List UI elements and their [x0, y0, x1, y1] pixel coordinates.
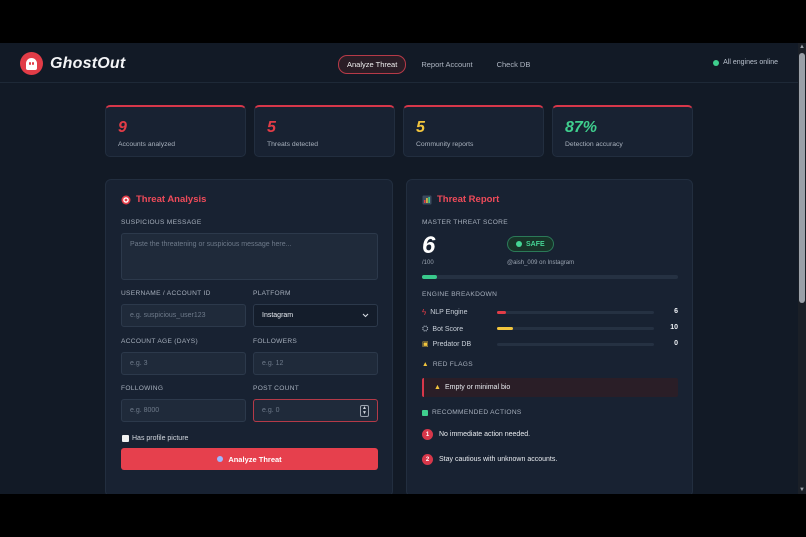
score-label: MASTER THREAT SCORE: [422, 219, 508, 226]
lock-icon: ▣: [422, 341, 429, 348]
red-flag-item: ▲ Empty or minimal bio: [422, 378, 678, 397]
stat-label: Detection accuracy: [565, 141, 623, 148]
safe-status-badge: SAFE: [507, 236, 554, 252]
post-count-label: POST COUNT: [253, 385, 300, 392]
safe-dot-icon: [516, 241, 522, 247]
stat-value: 5: [267, 119, 276, 136]
engine-level-bar: [497, 327, 513, 330]
recommended-actions-label: RECOMMENDED ACTIONS: [422, 409, 522, 416]
following-label: FOLLOWING: [121, 385, 164, 392]
window-frame-bottom: [0, 494, 806, 537]
message-label: SUSPICIOUS MESSAGE: [121, 219, 202, 226]
red-flags-label: ▲ RED FLAGS: [422, 361, 473, 368]
number-stepper-icon[interactable]: ▲ ▼: [360, 404, 369, 417]
analyze-icon: [217, 456, 224, 462]
analyze-threat-button[interactable]: Analyze Threat: [121, 448, 378, 470]
window-frame-top: [0, 0, 806, 43]
engine-value: 10: [670, 324, 678, 331]
username-input[interactable]: e.g. suspicious_user123: [121, 304, 246, 327]
bar-chart-icon: [422, 195, 432, 204]
post-count-placeholder: e.g. 0: [262, 407, 280, 414]
threat-analysis-panel: Threat Analysis SUSPICIOUS MESSAGE Paste…: [105, 179, 393, 494]
status-text: All engines online: [723, 59, 778, 66]
top-header: GhostOut Analyze Threat Report Account C…: [0, 43, 798, 83]
stat-card-reports: 5 Community reports: [403, 105, 544, 157]
engine-row-predator: ▣ Predator DB 0: [422, 340, 678, 348]
username-label: USERNAME / ACCOUNT ID: [121, 290, 211, 297]
warning-icon: ▲: [422, 361, 429, 368]
stat-label: Threats detected: [267, 141, 319, 148]
followers-label: FOLLOWERS: [253, 338, 298, 345]
account-handle: @aish_009 on Instagram: [507, 260, 575, 266]
main-nav: Analyze Threat Report Account Check DB: [338, 55, 539, 74]
suspicious-message-input[interactable]: Paste the threatening or suspicious mess…: [121, 233, 378, 280]
platform-selected-value: Instagram: [262, 312, 294, 319]
engine-row-bot: ⛭ Bot Score 10: [422, 324, 678, 333]
stat-value: 5: [416, 119, 425, 136]
engine-breakdown-label: ENGINE BREAKDOWN: [422, 291, 498, 298]
app-window: GhostOut Analyze Threat Report Account C…: [0, 43, 798, 494]
score-max: /100: [422, 260, 434, 266]
account-age-input[interactable]: e.g. 3: [121, 352, 246, 375]
account-age-label: ACCOUNT AGE (DAYS): [121, 338, 198, 345]
platform-label: PLATFORM: [253, 290, 291, 297]
panel-title: Threat Report: [422, 194, 499, 205]
page-scrollbar[interactable]: ▲ ▼: [798, 43, 806, 494]
threat-report-panel: Threat Report MASTER THREAT SCORE 6 /100…: [406, 179, 693, 494]
lightning-icon: ϟ: [422, 308, 427, 317]
platform-select[interactable]: Instagram: [253, 304, 378, 327]
engine-status: All engines online: [713, 59, 778, 66]
stat-label: Accounts analyzed: [118, 141, 176, 148]
ghost-logo-icon: [20, 52, 43, 75]
threat-score: 6: [422, 232, 436, 259]
status-dot-icon: [713, 59, 720, 66]
warning-icon: ▲: [434, 384, 441, 391]
following-input[interactable]: e.g. 8000: [121, 399, 246, 422]
stat-label: Community reports: [416, 141, 474, 148]
engine-row-nlp: ϟ NLP Engine 6: [422, 308, 678, 317]
action-item: 2 Stay cautious with unknown accounts.: [422, 454, 557, 465]
score-progress-fill: [422, 275, 438, 279]
scroll-up-icon[interactable]: ▲: [799, 44, 805, 50]
post-count-input[interactable]: e.g. 0 ▲ ▼: [253, 399, 378, 422]
brand-name: GhostOut: [50, 55, 126, 72]
nav-check-db[interactable]: Check DB: [488, 55, 540, 74]
action-item: 1 No immediate action needed.: [422, 429, 530, 440]
followers-input[interactable]: e.g. 12: [253, 352, 378, 375]
checkmark-icon: [422, 409, 428, 416]
bot-icon: ⛭: [422, 324, 429, 333]
stat-card-threats: 5 Threats detected: [254, 105, 395, 157]
engine-value: 6: [674, 308, 678, 315]
nav-analyze-threat[interactable]: Analyze Threat: [338, 55, 407, 74]
scroll-thumb[interactable]: [799, 53, 805, 303]
stat-value: 87%: [565, 119, 598, 136]
engine-level-bar: [497, 311, 507, 314]
target-icon: [121, 195, 131, 204]
scroll-down-icon[interactable]: ▼: [799, 487, 805, 493]
panel-title: Threat Analysis: [121, 194, 206, 205]
nav-report-account[interactable]: Report Account: [412, 55, 481, 74]
profile-picture-checkbox[interactable]: [122, 435, 129, 442]
profile-picture-label: Has profile picture: [132, 435, 189, 442]
stat-value: 9: [118, 119, 127, 136]
chevron-down-icon: [362, 313, 369, 318]
stat-card-accounts: 9 Accounts analyzed: [105, 105, 246, 157]
engine-value: 0: [674, 340, 678, 347]
score-progress-track: [422, 275, 678, 279]
stat-card-accuracy: 87% Detection accuracy: [552, 105, 693, 157]
